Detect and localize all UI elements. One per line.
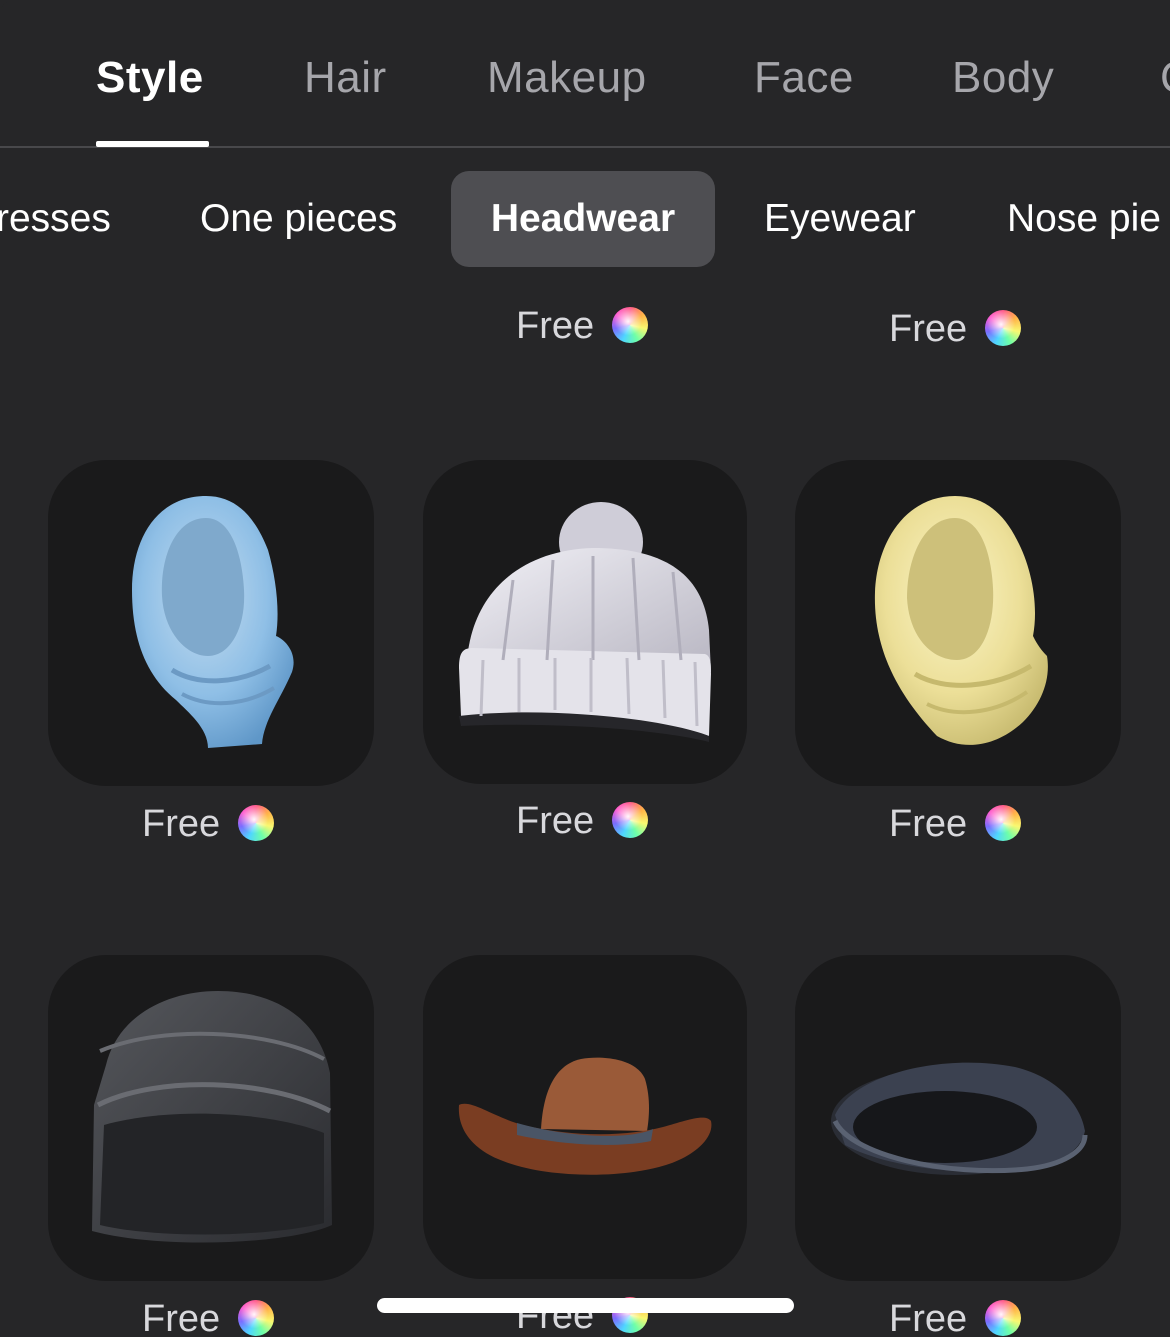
tab-clipped[interactable]: C [1160, 50, 1170, 106]
rainbow-coin-icon [985, 805, 1022, 841]
item-card[interactable] [48, 955, 374, 1281]
item-price: Free [516, 304, 649, 348]
black-flat-cap-icon [831, 1062, 1088, 1175]
main-tab-bar: Style Hair Makeup Face Body C [0, 0, 1170, 148]
rainbow-coin-icon [238, 1300, 275, 1336]
rainbow-coin-icon [612, 307, 649, 343]
chip-eyewear[interactable]: Eyewear [764, 171, 916, 267]
category-chip-row: resses One pieces Headwear Eyewear Nose … [0, 171, 1170, 267]
active-tab-indicator [96, 141, 209, 147]
white-knit-beanie-icon [459, 502, 711, 742]
item-price: Free [142, 1297, 275, 1337]
yellow-hijab-icon [874, 496, 1048, 745]
brown-cowboy-hat-icon [458, 1057, 712, 1175]
blue-hijab-icon [132, 496, 294, 748]
home-indicator[interactable] [377, 1298, 794, 1313]
item-card[interactable] [48, 460, 374, 786]
rainbow-coin-icon [612, 802, 649, 838]
tab-makeup[interactable]: Makeup [487, 50, 647, 106]
tab-style[interactable]: Style [96, 50, 204, 106]
item-card[interactable] [795, 460, 1121, 786]
rainbow-coin-icon [985, 1300, 1022, 1336]
item-card[interactable] [423, 955, 747, 1279]
chip-one-pieces[interactable]: One pieces [200, 171, 397, 267]
tab-body[interactable]: Body [952, 50, 1054, 106]
item-price: Free [142, 802, 275, 846]
black-head-wrap-icon [92, 991, 332, 1243]
item-card[interactable] [795, 955, 1121, 1281]
avatar-editor-panel: Style Hair Makeup Face Body C resses One… [0, 0, 1170, 1337]
chip-headwear[interactable]: Headwear [451, 171, 715, 267]
item-price: Free [889, 1297, 1022, 1337]
tab-face[interactable]: Face [754, 50, 854, 106]
chip-nose-piercings[interactable]: Nose pie [1007, 171, 1161, 267]
item-price: Free [889, 307, 1022, 351]
rainbow-coin-icon [985, 310, 1022, 346]
item-card[interactable] [423, 460, 747, 784]
tab-hair[interactable]: Hair [304, 50, 387, 106]
rainbow-coin-icon [238, 805, 275, 841]
chip-dresses[interactable]: resses [0, 171, 111, 267]
item-price: Free [889, 802, 1022, 846]
item-price: Free [516, 799, 649, 843]
